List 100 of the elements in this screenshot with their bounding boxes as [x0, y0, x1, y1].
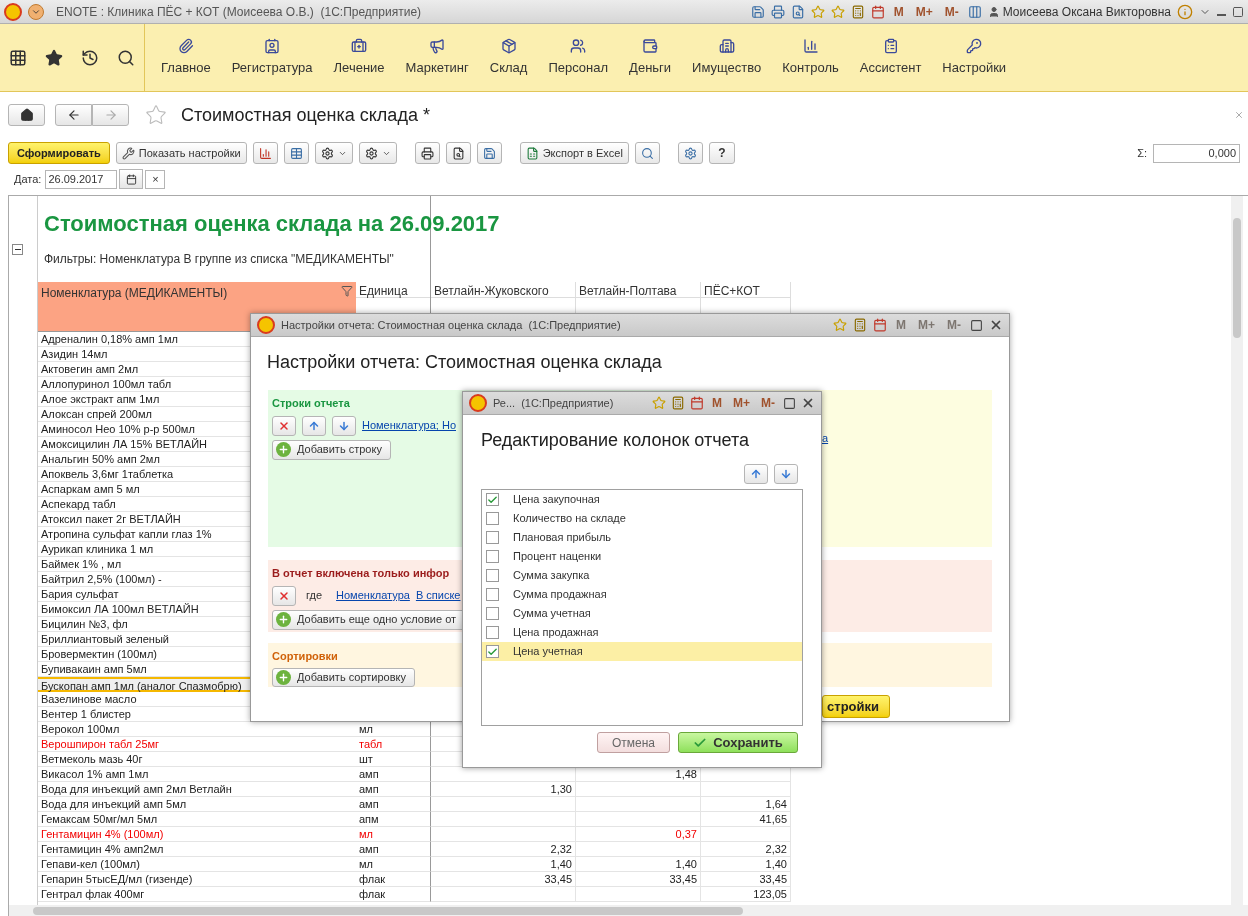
generate-button[interactable]: Сформировать [8, 142, 110, 164]
user-name[interactable]: Моисеева Оксана Викторовна [1002, 2, 1171, 21]
back-button[interactable] [55, 104, 92, 126]
save-button[interactable] [476, 142, 502, 164]
section-tab[interactable]: Склад [481, 37, 536, 78]
table-cell[interactable]: Верошпирон табл 25мг [38, 737, 356, 752]
move-up-button[interactable] [744, 464, 768, 484]
maximize-icon [783, 396, 796, 410]
horizontal-scrollbar[interactable] [9, 905, 1248, 916]
table-cell: амп [356, 842, 431, 857]
menu-dropdown-icon[interactable] [28, 3, 44, 20]
table-cell[interactable]: Ветмеколь мазь 40г [38, 752, 356, 767]
column-item[interactable]: Цена закупочная [482, 490, 802, 509]
forward-button[interactable] [92, 104, 129, 126]
table-cell[interactable]: Вода для инъекций амп 5мл [38, 797, 356, 812]
section-tab[interactable]: Имущество [684, 37, 770, 78]
section-tab[interactable]: Лечение [325, 37, 393, 78]
page-title: Стоимостная оценка склада * [181, 103, 430, 127]
table-cell: мл [356, 827, 431, 842]
table-cell: 1,64 [701, 797, 791, 812]
section-tab[interactable]: Регистратура [223, 37, 321, 78]
table-cell[interactable]: Гентрал флак 400мг [38, 887, 356, 902]
move-down-button[interactable] [332, 415, 356, 436]
memory-button[interactable]: M [890, 2, 907, 21]
table-cell: 1,30 [431, 782, 576, 797]
export-excel-button[interactable]: Экспорт в Excel [519, 142, 629, 164]
condition-link[interactable]: В списке [415, 587, 461, 604]
close-icon[interactable] [989, 318, 1003, 332]
close-icon[interactable] [801, 396, 815, 410]
checkbox[interactable] [486, 531, 499, 544]
table-cell[interactable]: Гентамицин 4% амп2мл [38, 842, 356, 857]
column-item[interactable]: Процент наценки [482, 547, 802, 566]
columns-link[interactable]: а [822, 430, 829, 447]
favorite-star-icon[interactable] [145, 104, 167, 126]
show-settings-button[interactable]: Показать настройки [115, 142, 247, 164]
down-arrow-icon [780, 468, 792, 480]
table-button[interactable] [283, 142, 309, 164]
memory-button[interactable]: M- [941, 2, 962, 21]
column-item[interactable]: Цена продажная [482, 623, 802, 642]
settings-button[interactable] [677, 142, 703, 164]
table-cell: шт [356, 752, 431, 767]
print-button[interactable] [414, 142, 440, 164]
delete-button[interactable] [272, 585, 296, 606]
collapse-toggle[interactable] [12, 244, 23, 255]
column-item[interactable]: Сумма учетная [482, 604, 802, 623]
apply-button[interactable]: стройки [822, 695, 890, 718]
add-button[interactable]: Добавить сортировку [272, 667, 415, 687]
table-cell[interactable]: Гепави-кел (100мл) [38, 857, 356, 872]
section-tab[interactable]: Ассистент [851, 37, 930, 78]
table-cell[interactable]: Гентамицин 4% (100мл) [38, 827, 356, 842]
section-tab[interactable]: Маркетинг [397, 37, 477, 78]
delete-button[interactable] [272, 415, 296, 436]
cancel-button[interactable]: Отмена [597, 732, 670, 753]
section-tab[interactable]: Деньги [621, 37, 680, 78]
checkbox[interactable] [486, 588, 499, 601]
minimize-icon[interactable] [1217, 13, 1226, 16]
column-item[interactable]: Сумма закупка [482, 566, 802, 585]
favorites-icon [45, 48, 63, 67]
table-cell[interactable]: Гемаксам 50мг/мл 5мл [38, 812, 356, 827]
column-item[interactable]: Количество на складе [482, 509, 802, 528]
move-down-button[interactable] [774, 464, 798, 484]
memory-button[interactable]: M [709, 394, 725, 412]
logo-icon [257, 316, 275, 334]
checkbox[interactable] [486, 550, 499, 563]
memory-button[interactable]: M+ [912, 2, 936, 21]
variants-button[interactable] [314, 142, 353, 164]
calendar-button[interactable] [119, 169, 144, 189]
section-tab[interactable]: Настройки [934, 37, 1015, 78]
section-tab[interactable]: Контроль [774, 37, 847, 78]
checkbox[interactable] [486, 645, 499, 658]
vertical-scrollbar[interactable] [1231, 196, 1243, 905]
user-icon [987, 5, 1000, 18]
section-tab[interactable]: Персонал [540, 37, 617, 78]
section-tab[interactable]: Главное [153, 37, 219, 78]
chart-button[interactable] [252, 142, 278, 164]
rows-link[interactable]: Номенклатура; Но [362, 417, 456, 434]
memory-button[interactable]: M- [758, 394, 778, 412]
checkbox[interactable] [486, 512, 499, 525]
checkbox[interactable] [486, 569, 499, 582]
search-button[interactable] [634, 142, 660, 164]
date-field[interactable]: 26.09.2017 [45, 169, 118, 189]
column-item[interactable]: Плановая прибыль [482, 528, 802, 547]
preview-button[interactable] [445, 142, 471, 164]
table-cell[interactable]: Вода для инъекций амп 2мл Ветлайн [38, 782, 356, 797]
table-cell[interactable]: Гепарин 5тысЕД/мл (гизенде) [38, 872, 356, 887]
move-up-button[interactable] [302, 415, 326, 436]
checkbox[interactable] [486, 493, 499, 506]
save-button[interactable]: Сохранить [678, 732, 798, 753]
column-item[interactable]: Цена учетная [482, 642, 802, 661]
table-cell[interactable]: Викасол 1% амп 1мл [38, 767, 356, 782]
add-button[interactable]: Добавить строку [272, 439, 391, 460]
clear-button[interactable]: × [145, 169, 166, 189]
help-button[interactable]: ? [708, 142, 735, 164]
checkbox[interactable] [486, 626, 499, 639]
checkbox[interactable] [486, 607, 499, 620]
options-button[interactable] [358, 142, 397, 164]
paperclip-icon [177, 37, 194, 54]
memory-button[interactable]: M+ [730, 394, 753, 412]
column-item[interactable]: Сумма продажная [482, 585, 802, 604]
home-button[interactable] [8, 104, 45, 126]
